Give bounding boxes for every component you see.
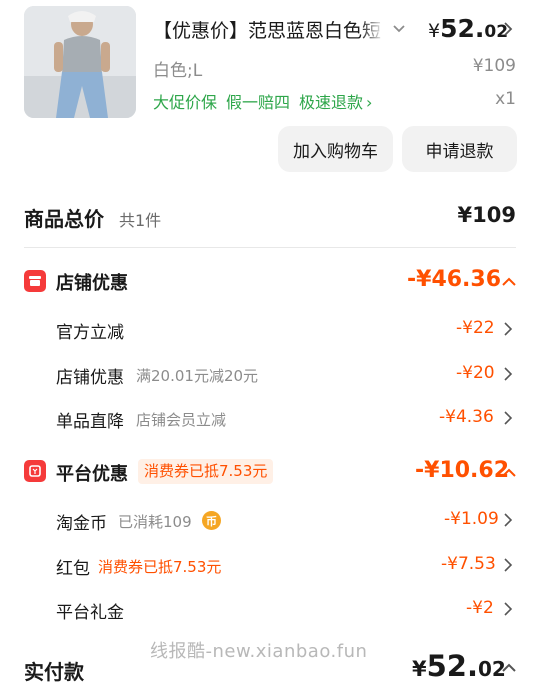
price-symbol: ¥ xyxy=(428,20,441,42)
payment-label: 实付款 xyxy=(24,660,84,684)
store-discount-value[interactable]: -¥46.36 xyxy=(407,267,501,292)
product-card[interactable]: 【优惠价】范思蓝恩白色短袖 ¥52.02 白色;L ¥109 大促价保 假一赔四极… xyxy=(0,0,540,190)
product-thumbnail[interactable] xyxy=(24,6,136,118)
add-to-cart-button[interactable]: 加入购物车 xyxy=(278,126,393,172)
tag-price-protect: 大促价保 xyxy=(153,93,218,112)
chevron-right-icon[interactable] xyxy=(503,411,513,425)
price-integer: 52. xyxy=(440,14,485,43)
payment-value[interactable]: ¥52.02 xyxy=(412,649,506,683)
chevron-up-icon[interactable] xyxy=(502,277,516,287)
store-item-label: 店铺优惠 xyxy=(56,368,124,388)
store-item-value[interactable]: -¥20 xyxy=(456,363,495,383)
chevron-right-icon[interactable] xyxy=(503,322,513,336)
platform-item-sub: 消费券已抵7.53元 xyxy=(98,558,222,576)
total-value: ¥109 xyxy=(457,203,516,227)
chevron-right-icon[interactable] xyxy=(503,513,513,527)
product-quantity: x1 xyxy=(495,89,516,109)
store-item-label: 官方立减 xyxy=(56,323,124,343)
product-title[interactable]: 【优惠价】范思蓝恩白色短袖 xyxy=(153,16,381,43)
product-spec: 白色;L xyxy=(153,61,203,81)
platform-item-value[interactable]: -¥7.53 xyxy=(441,554,496,574)
platform-item-label: 平台礼金 xyxy=(56,603,124,623)
divider xyxy=(24,247,516,248)
platform-item-sub: 已消耗109 xyxy=(118,513,192,531)
platform-item-value[interactable]: -¥1.09 xyxy=(444,509,499,529)
payment-integer: 52. xyxy=(426,649,478,683)
tag-fast-refund: 极速退款 xyxy=(299,93,364,112)
platform-discount-label: 平台优惠 xyxy=(56,464,128,485)
platform-item-label: 淘金币 xyxy=(56,514,107,534)
store-item-value[interactable]: -¥22 xyxy=(456,318,495,338)
title-fade xyxy=(360,12,384,42)
product-price: ¥52.02 xyxy=(428,14,508,43)
chevron-right-icon[interactable] xyxy=(503,558,513,572)
total-count: 共1件 xyxy=(119,211,162,230)
service-tags[interactable]: 大促价保 假一赔四 极速退款 › xyxy=(153,89,381,113)
voucher-badge: 消费券已抵7.53元 xyxy=(138,459,274,484)
chevron-right-icon: › xyxy=(366,93,373,112)
chevron-right-icon[interactable] xyxy=(503,602,513,616)
platform-item-value[interactable]: -¥2 xyxy=(466,598,494,618)
chevron-up-icon[interactable] xyxy=(502,468,516,478)
payment-symbol: ¥ xyxy=(412,657,427,681)
tag-fake-compensation: 假一赔四 xyxy=(226,93,291,112)
chevron-right-icon[interactable] xyxy=(503,367,513,381)
original-price: ¥109 xyxy=(472,56,516,76)
total-label: 商品总价 xyxy=(24,207,104,231)
watermark: 线报酷-new.xianbao.fun xyxy=(150,641,368,662)
store-item-sub: 满20.01元减20元 xyxy=(136,367,259,385)
platform-icon xyxy=(24,460,46,482)
coin-icon: 币 xyxy=(202,511,221,530)
store-item-label: 单品直降 xyxy=(56,412,124,432)
platform-item-label: 红包 xyxy=(56,559,90,579)
chevron-up-icon[interactable] xyxy=(502,663,516,673)
store-item-value[interactable]: -¥4.36 xyxy=(439,407,494,427)
store-discount-label: 店铺优惠 xyxy=(56,273,128,294)
chevron-right-icon[interactable] xyxy=(502,22,514,36)
refund-button[interactable]: 申请退款 xyxy=(402,126,517,172)
chevron-down-icon[interactable] xyxy=(392,22,406,36)
store-icon xyxy=(24,270,46,292)
store-item-sub: 店铺会员立减 xyxy=(136,411,227,429)
platform-discount-value[interactable]: -¥10.62 xyxy=(415,458,509,483)
